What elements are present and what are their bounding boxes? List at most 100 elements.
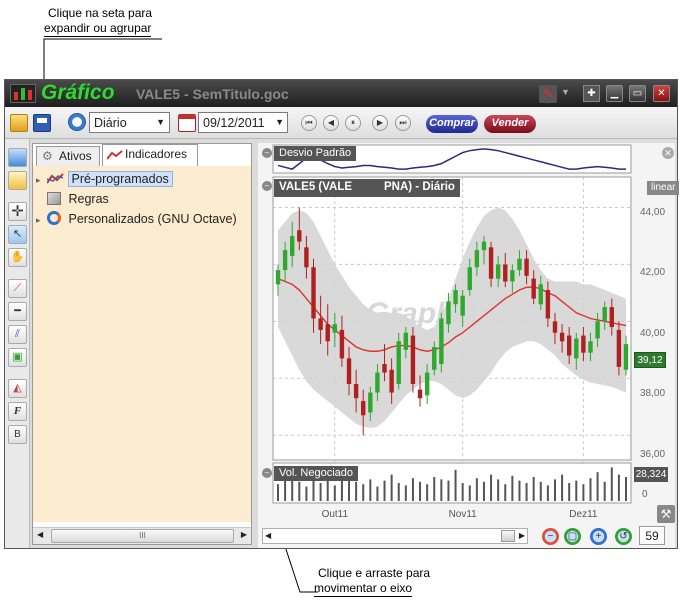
scroll-left-icon[interactable]: ◀ (265, 531, 271, 540)
last-price-badge: 39,12 (634, 352, 666, 368)
candle-body (474, 250, 480, 268)
trend-line-icon[interactable]: ⟋ (8, 279, 27, 298)
tab-ativos[interactable]: ⚙ Ativos (36, 146, 100, 166)
volume-bar (390, 474, 393, 501)
clock-icon[interactable] (68, 113, 86, 131)
drawing-tools-bar: ✛ ↖ ✋ ⟋ ━ ⫽ ▣ ◭ F B (5, 139, 30, 548)
chart-canvas[interactable]: GraphOC .com Out11 Nov11 Dez11 (258, 143, 675, 548)
sell-button[interactable]: Vender (484, 115, 536, 133)
volume-bar (419, 481, 422, 501)
crosshair-icon[interactable]: ✛ (8, 202, 27, 221)
tab-ativos-label: Ativos (59, 149, 92, 163)
notes-icon[interactable] (8, 171, 27, 190)
volume-bar (539, 481, 542, 501)
tree-item-label: Pré-programados (67, 171, 173, 187)
tree-item-pre-programados[interactable]: ▸ Pré-programados (36, 170, 173, 188)
period-select[interactable]: Diário ▼ (89, 112, 170, 133)
zoom-reset-icon[interactable]: ↺ (615, 528, 632, 545)
candle-body (609, 307, 614, 328)
candle-body (318, 318, 323, 330)
tab-indicadores[interactable]: Indicadores (102, 144, 198, 166)
scroll-right-icon[interactable]: ▶ (519, 531, 525, 540)
candle-body (559, 332, 565, 342)
scale-label[interactable]: linear (647, 181, 680, 195)
pause-button[interactable]: ⏸ (345, 115, 361, 131)
save-icon[interactable] (33, 114, 51, 132)
main-panel-collapse-icon[interactable]: – (262, 181, 272, 191)
calendar-icon[interactable] (178, 114, 196, 132)
first-button[interactable]: ⏮ (301, 115, 317, 131)
horizontal-scrollbar[interactable]: ◀ ▶ (262, 528, 528, 544)
scroll-right-icon[interactable]: ▶ (241, 530, 247, 539)
open-folder-icon[interactable] (10, 114, 28, 132)
tree-item-personalizados[interactable]: ▸ Personalizados (GNU Octave) (36, 210, 237, 228)
volume-bar (426, 484, 429, 501)
scroll-thumb[interactable] (501, 530, 515, 542)
pointer-icon[interactable]: ↖ (8, 225, 27, 244)
std-panel-close-icon[interactable]: ✕ (662, 147, 674, 159)
candle-body (503, 264, 508, 282)
volume-bar (603, 481, 606, 501)
candle-body (588, 341, 593, 353)
fibonacci-icon[interactable]: ◭ (8, 379, 27, 398)
volume-bar (532, 477, 535, 501)
expand-arrow-icon[interactable]: ▸ (36, 175, 41, 185)
last-button[interactable]: ⏭ (395, 115, 411, 131)
layout-icon[interactable] (8, 148, 27, 167)
chart-area[interactable]: GraphOC .com Out11 Nov11 Dez11 – Desvio Pa… (258, 143, 680, 548)
scroll-thumb[interactable]: III (51, 529, 234, 543)
horizontal-line-icon[interactable]: ━ (8, 302, 27, 321)
main-panel-title: VALE5 (VALE PNA) - Diário (274, 179, 460, 197)
volume-bar (625, 477, 627, 501)
price-tick-label: 44,00 (640, 207, 666, 218)
candle-body (432, 346, 437, 370)
next-button[interactable]: ▶ (372, 115, 388, 131)
buy-button[interactable]: Comprar (426, 115, 478, 133)
candle-body (332, 324, 338, 333)
volume-bar (397, 483, 400, 501)
candle-body (616, 329, 622, 367)
candle-body (424, 372, 430, 396)
wrench-icon[interactable]: ⚒ (657, 505, 675, 523)
formula-icon[interactable]: F (8, 402, 27, 421)
candle-body (481, 241, 487, 251)
scroll-left-icon[interactable]: ◀ (37, 530, 43, 539)
volume-bar (468, 485, 471, 501)
channel-icon[interactable]: ⫽ (8, 325, 27, 344)
minimize-button[interactable]: ▁ (606, 85, 623, 102)
panel-horizontal-scrollbar[interactable]: ◀ III ▶ (33, 527, 251, 544)
candle-body (545, 290, 551, 319)
volume-bar (362, 484, 365, 501)
expand-arrow-icon[interactable]: ▸ (36, 215, 41, 225)
chevron-down-icon[interactable]: ▼ (561, 87, 570, 97)
report-icon[interactable]: B (8, 425, 27, 444)
candle-body (602, 307, 607, 322)
indicator-tree: ▸ Pré-programados Regras ▸ Personalizado… (33, 166, 251, 522)
previous-button[interactable]: ◀ (323, 115, 339, 131)
zoom-out-icon[interactable]: − (542, 528, 559, 545)
tree-item-regras[interactable]: Regras (47, 190, 109, 208)
draw-tool-icon[interactable]: ✎ (539, 85, 557, 103)
volume-panel-collapse-icon[interactable]: – (262, 468, 272, 478)
volume-zero-label: 0 (642, 489, 648, 500)
title-bar[interactable]: Gráfico VALE5 - SemTitulo.goc ✎ ▼ ✚ ▁ ▭ … (5, 80, 677, 107)
date-input[interactable]: 09/12/2011 ▼ (198, 112, 288, 133)
candle-body (524, 258, 529, 276)
volume-bar (589, 478, 592, 501)
volume-bar (404, 485, 407, 501)
candle-body (325, 324, 330, 342)
close-button[interactable]: ✕ (653, 85, 670, 102)
volume-bar (582, 484, 585, 501)
candle-body (510, 270, 515, 282)
pan-hand-icon[interactable]: ✋ (8, 248, 27, 267)
zoom-fit-icon[interactable]: ▢ (564, 528, 581, 545)
std-panel-collapse-icon[interactable]: – (262, 148, 272, 158)
volume-bar (475, 478, 478, 501)
zoom-in-icon[interactable]: + (590, 528, 607, 545)
zoom-value-input[interactable]: 59 (639, 526, 665, 545)
maximize-button[interactable]: ▭ (629, 85, 646, 102)
add-indicator-icon[interactable]: ▣ (8, 348, 27, 367)
watermark: GraphOC (366, 297, 501, 330)
pin-icon[interactable]: ✚ (583, 85, 600, 102)
std-panel-title: Desvio Padrão (274, 146, 357, 161)
